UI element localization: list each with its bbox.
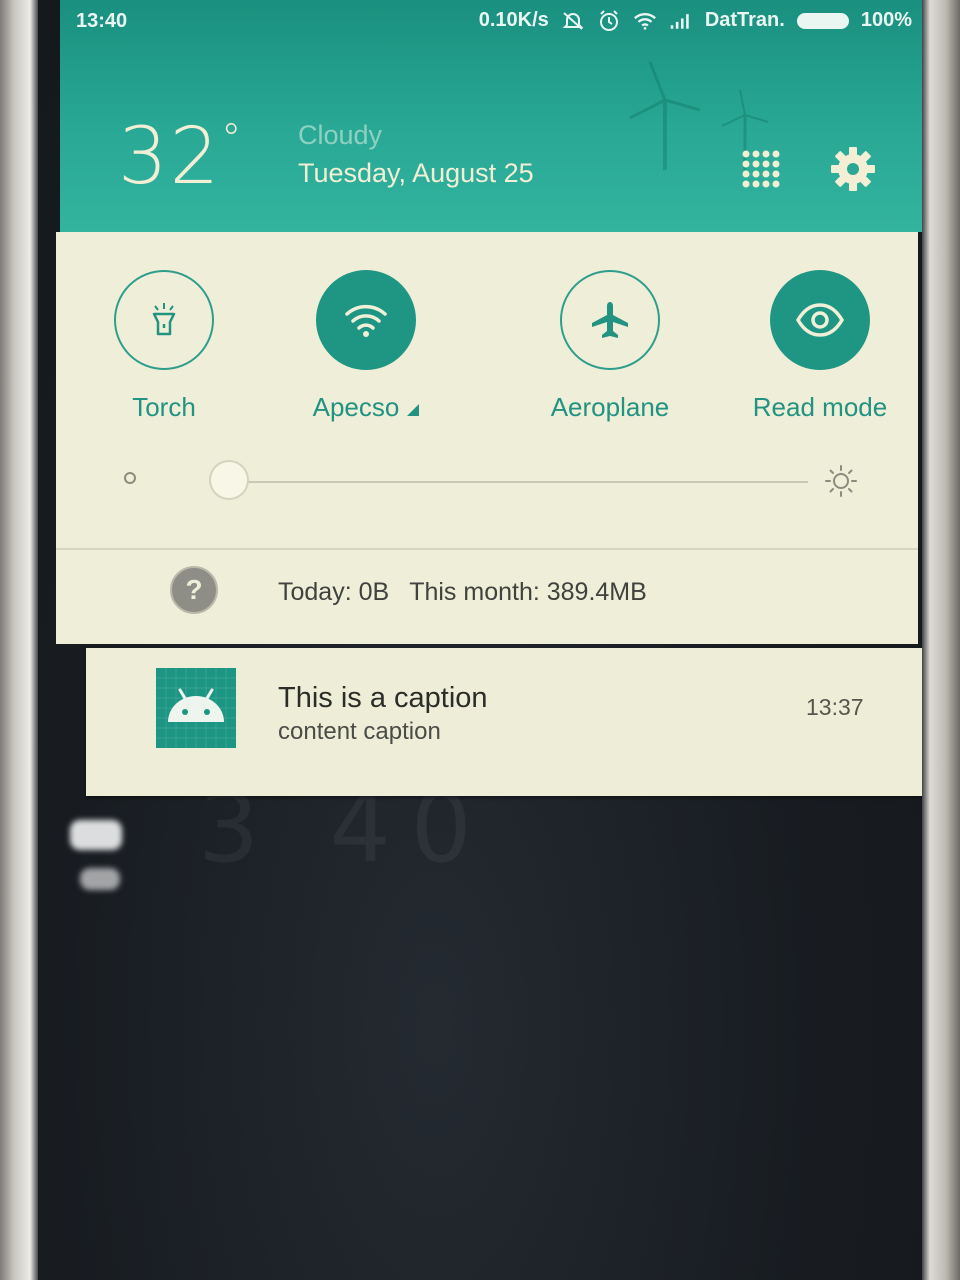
grid-dots-icon	[742, 150, 780, 188]
notification-card[interactable]: This is a caption content caption 13:37	[86, 648, 922, 796]
android-app-icon	[156, 668, 236, 748]
brightness-low-icon	[124, 472, 136, 484]
toggle-wifi-circle[interactable]	[316, 270, 416, 370]
help-icon: ?	[170, 566, 218, 614]
toggle-torch-label: Torch	[132, 392, 196, 422]
toggle-torch[interactable]: Torch	[64, 270, 264, 430]
toggle-grid-button[interactable]	[740, 148, 780, 188]
toggle-read-mode[interactable]: Read mode	[720, 270, 920, 430]
wifi-icon	[345, 304, 387, 337]
temperature-value: 32	[118, 112, 222, 202]
gear-icon	[831, 147, 875, 191]
data-usage-text: Today: 0B This month: 389.4MB	[278, 578, 667, 607]
toggle-read-mode-label: Read mode	[752, 392, 888, 422]
brightness-track[interactable]	[224, 481, 808, 483]
weather-temperature[interactable]: 32°	[118, 112, 243, 202]
status-time: 13:40	[76, 10, 128, 32]
toggle-aeroplane-circle[interactable]	[560, 270, 660, 370]
flashlight-icon	[152, 303, 176, 336]
toggle-aeroplane[interactable]: Aeroplane	[510, 270, 710, 430]
toggle-torch-circle[interactable]	[114, 270, 214, 370]
settings-button[interactable]	[830, 146, 876, 192]
wifi-network-name: Apecso	[312, 392, 400, 422]
toggle-aeroplane-label: Aeroplane	[550, 392, 670, 422]
signal-strength-icon	[669, 11, 693, 31]
phone-screen: 3 40 13:40 0.10K/s DatTran. 100% 32° Clo…	[38, 0, 922, 1280]
battery-percent: 100%	[860, 9, 912, 31]
status-bar: 13:40 0.10K/s DatTran. 100%	[60, 6, 922, 34]
data-usage-month: This month: 389.4MB	[409, 578, 647, 606]
network-speed: 0.10K/s	[478, 9, 549, 31]
quick-settings-panel: Torch Apecso Aeroplane Read mode ? Today…	[56, 232, 918, 644]
light-reflection	[80, 868, 120, 890]
brightness-thumb[interactable]	[209, 460, 250, 500]
status-icons: 0.10K/s DatTran. 100%	[479, 9, 912, 32]
notification-time: 13:37	[806, 694, 864, 720]
brightness-slider[interactable]	[124, 458, 857, 508]
expand-caret-icon	[407, 404, 420, 416]
toggle-read-mode-circle[interactable]	[770, 270, 870, 370]
notification-title: This is a caption	[278, 682, 488, 714]
sun-icon	[825, 465, 857, 497]
toggle-wifi-label: Apecso	[266, 392, 466, 423]
notification-muted-icon	[561, 11, 585, 31]
weather-condition: Cloudy	[298, 120, 383, 150]
data-usage-today: Today: 0B	[278, 578, 390, 606]
notification-body: content caption	[278, 718, 441, 745]
toggle-wifi[interactable]: Apecso	[266, 270, 466, 430]
wifi-status-icon	[633, 11, 657, 31]
battery-icon	[796, 12, 849, 29]
carrier-name: DatTran.	[704, 9, 785, 31]
degree-symbol: °	[221, 116, 244, 162]
notification-shade-header: 13:40 0.10K/s DatTran. 100% 32° Cloudy T…	[60, 0, 922, 232]
data-usage-row[interactable]: ? Today: 0B This month: 389.4MB	[56, 550, 918, 644]
light-reflection	[70, 820, 122, 850]
alarm-icon	[597, 9, 621, 31]
eye-icon	[795, 303, 845, 337]
wind-turbine-decoration	[629, 61, 701, 170]
current-date: Tuesday, August 25	[298, 158, 534, 188]
airplane-icon	[592, 302, 628, 338]
